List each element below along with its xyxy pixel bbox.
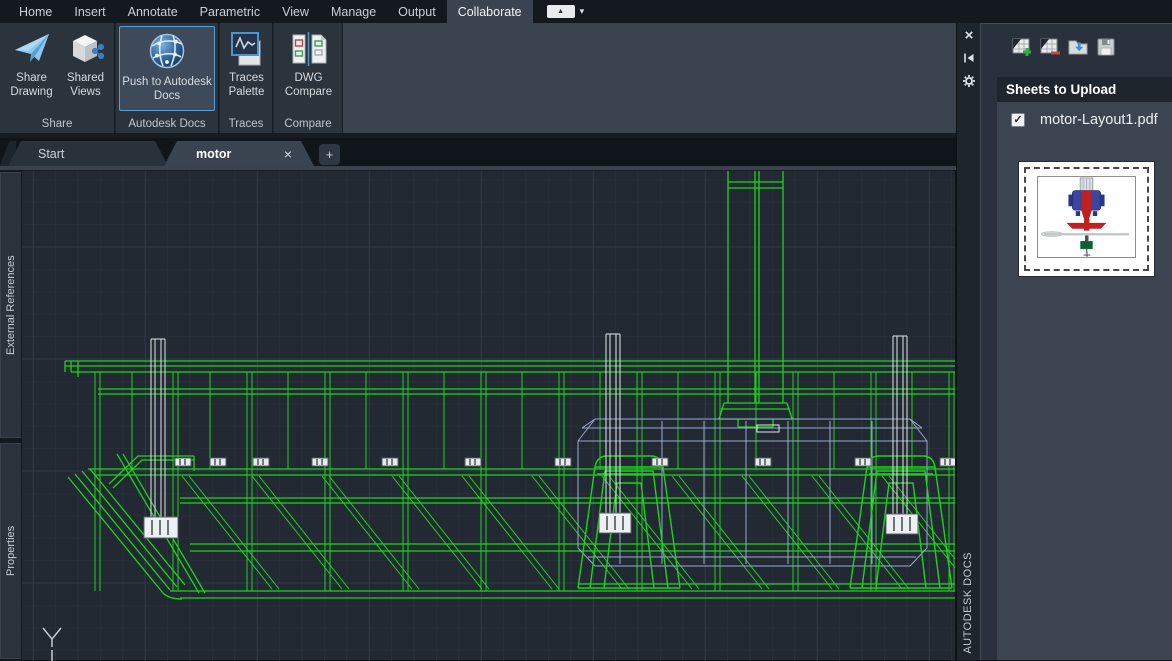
paper-plane-icon bbox=[14, 34, 49, 62]
ucs-icon bbox=[42, 627, 62, 661]
sidebar-tab-external-references[interactable]: External References bbox=[0, 172, 21, 438]
panel-toolbar bbox=[1011, 36, 1117, 58]
remove-sheet-icon[interactable] bbox=[1039, 36, 1061, 58]
group-label-traces: Traces bbox=[228, 118, 264, 130]
gear-icon[interactable] bbox=[957, 72, 981, 90]
post-bases bbox=[143, 512, 919, 539]
sheet-list-item[interactable]: ✓ motor-Layout1.pdf bbox=[997, 102, 1172, 128]
new-tab-button[interactable]: + bbox=[319, 144, 340, 165]
tab-motor[interactable]: motor × bbox=[164, 141, 314, 166]
left-palette-rail: External References Properties bbox=[0, 170, 22, 660]
ribbon-group-traces: Traces Palette Traces bbox=[220, 23, 273, 133]
menu-annotate[interactable]: Annotate bbox=[117, 0, 189, 23]
menubar: Home Insert Annotate Parametric View Man… bbox=[0, 0, 1172, 23]
cube-share-icon bbox=[72, 35, 104, 62]
auto-hide-pin-icon[interactable] bbox=[957, 49, 981, 67]
shared-views-button[interactable]: Shared Views bbox=[59, 26, 112, 111]
drawing-canvas[interactable] bbox=[22, 170, 955, 661]
group-label-share: Share bbox=[41, 118, 73, 130]
cad-wireframe-drawing bbox=[22, 171, 955, 661]
layout-viewport bbox=[1037, 176, 1136, 259]
close-icon[interactable]: × bbox=[957, 26, 981, 44]
ribbon-group-autodesk-docs: Push to Autodesk Docs Autodesk Docs bbox=[116, 23, 219, 133]
sheets-to-upload-header: Sheets to Upload bbox=[997, 77, 1172, 102]
menu-view[interactable]: View bbox=[271, 0, 320, 23]
dwg-compare-button[interactable]: DWG Compare bbox=[280, 26, 337, 111]
sidebar-tab-properties[interactable]: Properties bbox=[0, 443, 21, 659]
traces-palette-icon bbox=[230, 32, 260, 66]
group-label-compare: Compare bbox=[284, 118, 332, 130]
add-sheet-icon[interactable] bbox=[1011, 36, 1033, 58]
menu-collaborate[interactable]: Collaborate bbox=[446, 0, 533, 23]
globe-icon bbox=[149, 33, 185, 69]
ribbon-group-share: Share Drawing Shared Views Share bbox=[0, 23, 115, 133]
menu-output[interactable]: Output bbox=[387, 0, 447, 23]
docs-panel-titlebar: × AUTODESK DOCS bbox=[956, 23, 980, 660]
chevron-down-icon: ▾ bbox=[579, 6, 585, 16]
dwg-compare-icon bbox=[292, 32, 326, 66]
tab-close-icon[interactable]: × bbox=[284, 146, 292, 162]
sheet-name: motor-Layout1.pdf bbox=[1040, 112, 1158, 128]
file-tabbar: Start motor × + bbox=[0, 138, 956, 170]
sheet-checkbox[interactable]: ✓ bbox=[1011, 113, 1025, 127]
hull-left-slope bbox=[67, 453, 206, 600]
ribbon-display-toggle[interactable]: ▲ ▾ bbox=[546, 0, 585, 23]
menu-manage[interactable]: Manage bbox=[320, 0, 387, 23]
deck-clips bbox=[174, 457, 955, 467]
ribbon-group-compare: DWG Compare Compare bbox=[274, 23, 343, 133]
push-to-autodesk-docs-button[interactable]: Push to Autodesk Docs bbox=[119, 26, 215, 111]
group-label-autodesk-docs: Autodesk Docs bbox=[128, 118, 206, 130]
menu-parametric[interactable]: Parametric bbox=[189, 0, 271, 23]
save-icon[interactable] bbox=[1095, 36, 1117, 58]
menu-home[interactable]: Home bbox=[8, 0, 63, 23]
share-drawing-button[interactable]: Share Drawing bbox=[5, 26, 58, 111]
sheets-list: ✓ motor-Layout1.pdf bbox=[997, 102, 1172, 660]
motor-preview-drawing bbox=[1040, 177, 1129, 259]
tab-start[interactable]: Start bbox=[8, 141, 168, 166]
traces-palette-button[interactable]: Traces Palette bbox=[222, 26, 271, 111]
menu-insert[interactable]: Insert bbox=[63, 0, 116, 23]
autodesk-docs-panel: Sheets to Upload ✓ motor-Layout1.pdf bbox=[980, 23, 1172, 660]
sheet-thumbnail[interactable] bbox=[1019, 162, 1154, 276]
open-folder-icon[interactable] bbox=[1067, 36, 1089, 58]
ribbon-collapse-icon: ▲ bbox=[546, 5, 575, 18]
ribbon: Share Drawing Shared Views Share Push to… bbox=[0, 23, 956, 138]
